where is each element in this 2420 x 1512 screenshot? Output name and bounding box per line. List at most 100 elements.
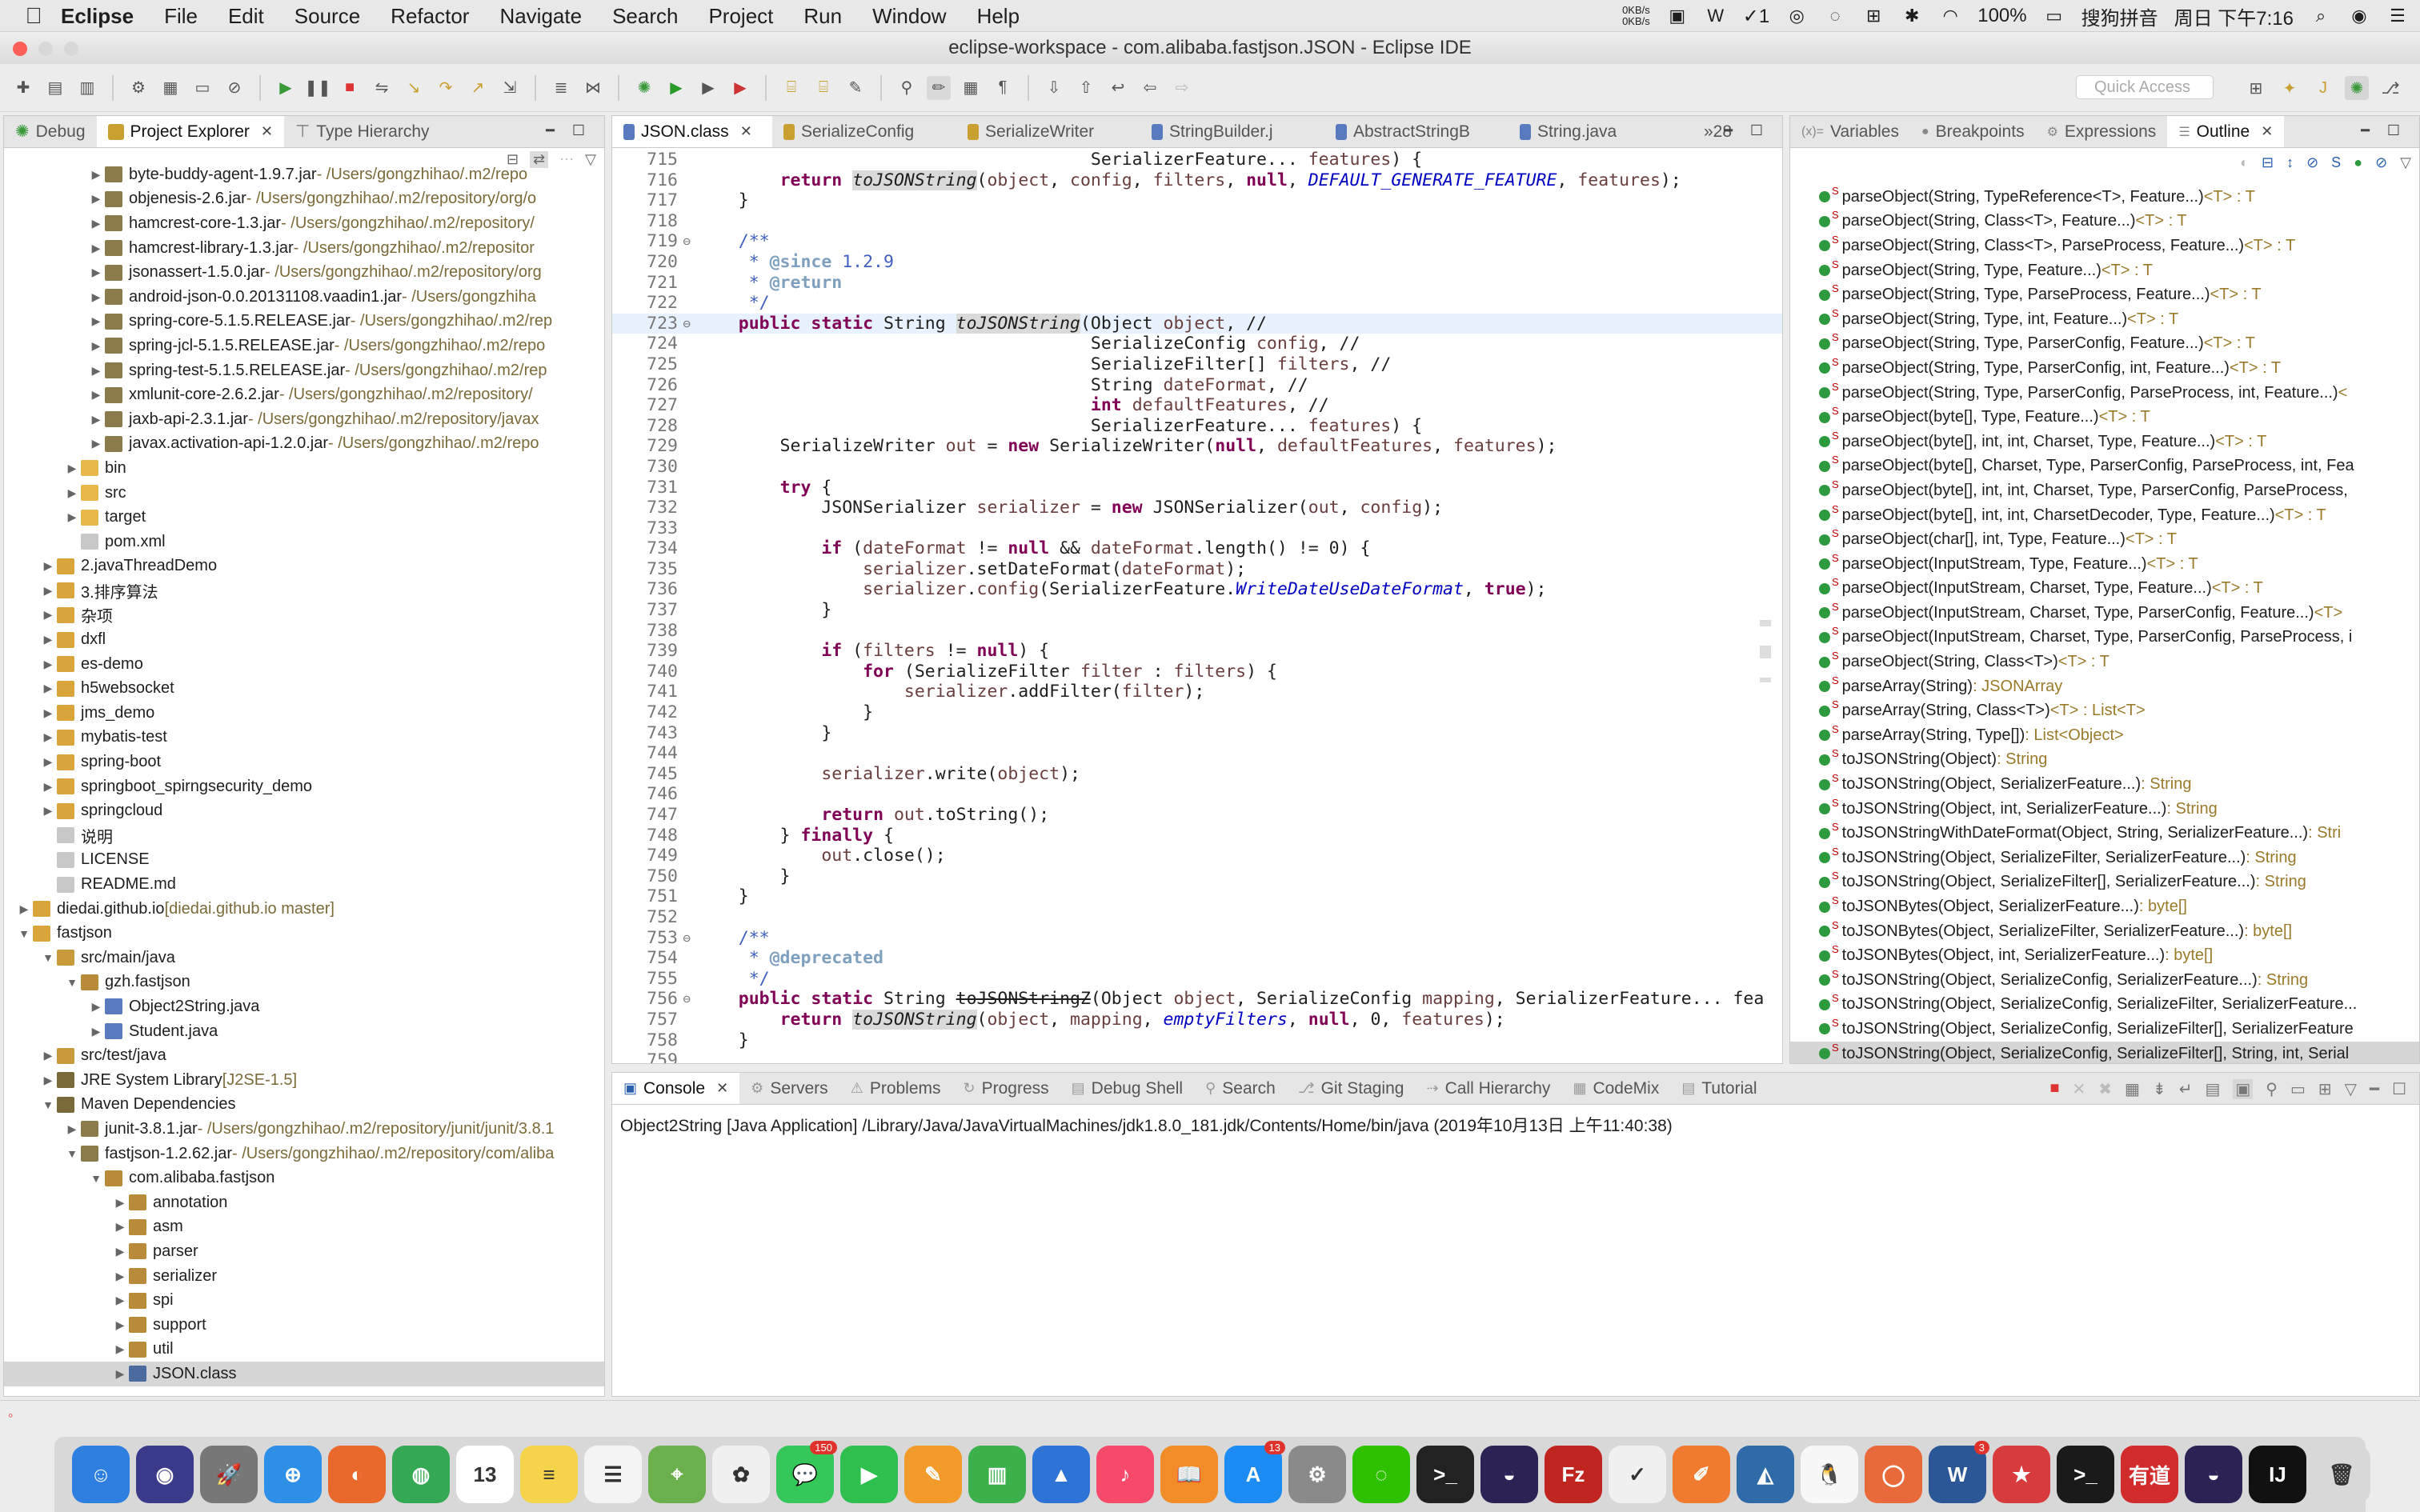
messages-icon[interactable]: 💬 150 [776, 1441, 837, 1503]
outline-item[interactable]: StoJSONBytes(Object, SerializeFilter, Se… [1790, 919, 2419, 944]
outline-item[interactable]: SparseObject(String, Type, ParserConfig,… [1790, 356, 2419, 381]
code-line[interactable]: 750 } [612, 866, 1782, 887]
prev-annotation-icon[interactable]: ⇧ [1074, 76, 1098, 100]
tab-expressions[interactable]: ⚙ Expressions [2036, 116, 2168, 147]
scroll-lock-icon[interactable]: ⇟ [2153, 1079, 2166, 1099]
outline-item[interactable]: StoJSONString(Object, SerializeConfig, S… [1790, 968, 2419, 993]
notification-badge[interactable]: ✓1 [1743, 5, 1769, 28]
code-line[interactable]: 736 serializer.config(SerializerFeature.… [612, 579, 1782, 600]
sort-icon[interactable]: ↕ [2286, 154, 2294, 171]
overview-ruler[interactable] [1760, 620, 1771, 684]
close-tab-icon[interactable]: ✕ [261, 123, 273, 140]
input-method[interactable]: 搜狗拼音 [2081, 2, 2158, 30]
collapsed-arrow-icon[interactable]: ▶ [39, 682, 57, 695]
sketchbook-icon[interactable]: ✐ [1673, 1446, 1730, 1503]
tree-item[interactable]: ▶ Student.java [4, 1019, 604, 1044]
outline-item[interactable]: SparseObject(String, Class<T>, ParseProc… [1790, 234, 2419, 258]
notification-center-icon[interactable]: ☰ [2386, 5, 2409, 27]
collapsed-arrow-icon[interactable]: ▶ [63, 462, 81, 475]
editor-tab[interactable]: JSON.class ✕ [612, 116, 772, 147]
tab-git-staging[interactable]: ⎇ Git Staging [1287, 1073, 1416, 1104]
maps-icon[interactable]: ⌖ [648, 1446, 706, 1503]
menu-window[interactable]: Window [857, 0, 961, 32]
next-annotation-icon[interactable]: ⇩ [1042, 76, 1066, 100]
remove-all-icon[interactable]: ✖ [2098, 1079, 2112, 1099]
step-over-icon[interactable]: ↷ [434, 76, 458, 100]
java-ee-perspective-icon[interactable]: ✦ [2278, 76, 2302, 100]
collapsed-arrow-icon[interactable]: ▶ [111, 1270, 129, 1283]
collapsed-arrow-icon[interactable]: ▶ [15, 902, 33, 916]
forward-icon[interactable]: ⇨ [1170, 76, 1194, 100]
outline-item[interactable]: SparseArray(String, Type[]) : List<Objec… [1790, 723, 2419, 748]
outline-item[interactable]: StoJSONBytes(Object, SerializerFeature..… [1790, 894, 2419, 919]
tree-item[interactable]: ▼ com.alibaba.fastjson [4, 1166, 604, 1190]
code-line[interactable]: 757 return toJSONString(object, mapping,… [612, 1009, 1782, 1030]
open-folder-icon[interactable]: ⌸ [811, 76, 835, 100]
tab-project-explorer[interactable]: Project Explorer ✕ [96, 116, 284, 147]
hide-local-types-icon[interactable]: ⊘ [2375, 154, 2387, 171]
bluetooth-icon[interactable]: ✱ [1901, 5, 1923, 27]
close-tab-icon[interactable]: ✕ [2261, 123, 2273, 140]
outline-item[interactable]: SparseObject(InputStream, Charset, Type,… [1790, 601, 2419, 626]
outline-item[interactable]: SparseObject(byte[], int, int, CharsetDe… [1790, 503, 2419, 528]
code-line[interactable]: 730 [612, 457, 1782, 478]
collapsed-arrow-icon[interactable]: ▶ [87, 266, 105, 279]
collapsed-arrow-icon[interactable]: ▶ [87, 168, 105, 182]
menu-file[interactable]: File [149, 0, 213, 32]
outline-item[interactable]: StoJSONString(Object, SerializeFilter, S… [1790, 846, 2419, 870]
siri-icon[interactable]: ◉ [2348, 5, 2370, 27]
code-line[interactable]: 751 } [612, 886, 1782, 907]
collapsed-arrow-icon[interactable]: ▶ [87, 1000, 105, 1014]
code-line[interactable]: 725 SerializeFilter[] filters, // [612, 354, 1782, 375]
tree-item[interactable]: 说明 [4, 823, 604, 848]
tree-item[interactable]: ▶ jaxb-api-2.3.1.jar - /Users/gongzhihao/… [4, 407, 604, 432]
outline-item[interactable]: SparseObject(InputStream, Charset, Type,… [1790, 576, 2419, 602]
outline-item[interactable]: SparseObject(String, TypeReference<T>, F… [1790, 185, 2419, 210]
collapsed-arrow-icon[interactable]: ▶ [87, 413, 105, 426]
outline-item[interactable]: StoJSONStringWithDateFormat(Object, Stri… [1790, 821, 2419, 846]
step-into-icon[interactable]: ↘ [402, 76, 426, 100]
tree-item[interactable]: ▶ spi [4, 1288, 604, 1313]
tree-item[interactable]: ▶ spring-boot [4, 750, 604, 774]
outline-item[interactable]: StoJSONString(Object, SerializeConfig, S… [1790, 992, 2419, 1018]
code-line[interactable]: 729 SerializeWriter out = new SerializeW… [612, 436, 1782, 457]
tab-outline[interactable]: ☰ Outline ✕ [2167, 116, 2285, 147]
tree-item[interactable]: ▶ src [4, 481, 604, 506]
clear-console-icon[interactable]: ▦ [2125, 1079, 2140, 1099]
terminate-icon[interactable]: ■ [338, 76, 362, 100]
terminal2-icon[interactable]: >_ [2057, 1446, 2114, 1503]
tree-item[interactable]: ▶ xmlunit-core-2.6.2.jar - /Users/gongzhi… [4, 382, 604, 407]
wechat-icon[interactable]: ◌ [1352, 1446, 1410, 1503]
outline-item[interactable]: StoJSONBytes(Object, int, SerializerFeat… [1790, 943, 2419, 968]
close-tab-icon[interactable]: ✕ [716, 1080, 728, 1097]
menu-search[interactable]: Search [597, 0, 693, 32]
code-line[interactable]: 724 SerializeConfig config, // [612, 334, 1782, 354]
collapsed-arrow-icon[interactable]: ▶ [111, 1367, 129, 1381]
new-icon[interactable]: ✚ [11, 76, 35, 100]
expanded-arrow-icon[interactable]: ▼ [39, 1098, 57, 1111]
numbers-icon[interactable]: ▥ [968, 1446, 1026, 1503]
maximize-view-icon[interactable]: ☐ [572, 122, 585, 139]
use-step-filters-icon[interactable]: ⇲ [498, 76, 522, 100]
mark-occurrences-icon[interactable]: ⚲ [895, 76, 919, 100]
outline-item[interactable]: SparseArray(String, Class<T>) <T> : List… [1790, 698, 2419, 723]
code-line[interactable]: 733 [612, 518, 1782, 539]
tab-type-hierarchy[interactable]: ⊤ Type Hierarchy [284, 116, 441, 147]
collapsed-arrow-icon[interactable]: ▶ [63, 510, 81, 524]
console-menu-icon[interactable]: ▽ [2345, 1079, 2357, 1099]
tree-item[interactable]: README.md [4, 872, 604, 897]
expanded-arrow-icon[interactable]: ▼ [63, 1147, 81, 1160]
collapse-outline-icon[interactable]: ⊟ [2262, 154, 2274, 171]
tab-servers[interactable]: ⚙ Servers [739, 1073, 839, 1104]
editor-tab[interactable]: AbstractStringB [1324, 116, 1508, 147]
menu-project[interactable]: Project [693, 0, 788, 32]
tab-variables[interactable]: (x)= Variables [1790, 116, 1910, 147]
maximize-console-icon[interactable]: ☐ [2392, 1079, 2406, 1099]
coverage-icon[interactable]: ⋈ [581, 76, 605, 100]
youdao-icon[interactable]: 有道 [2121, 1446, 2178, 1503]
open-type-icon[interactable]: ⌸ [779, 76, 803, 100]
code-line[interactable]: 721 * @return [612, 273, 1782, 294]
java-perspective-icon[interactable]: J [2311, 76, 2335, 100]
menu-help[interactable]: Help [962, 0, 1035, 32]
collapsed-arrow-icon[interactable]: ▶ [63, 486, 81, 500]
